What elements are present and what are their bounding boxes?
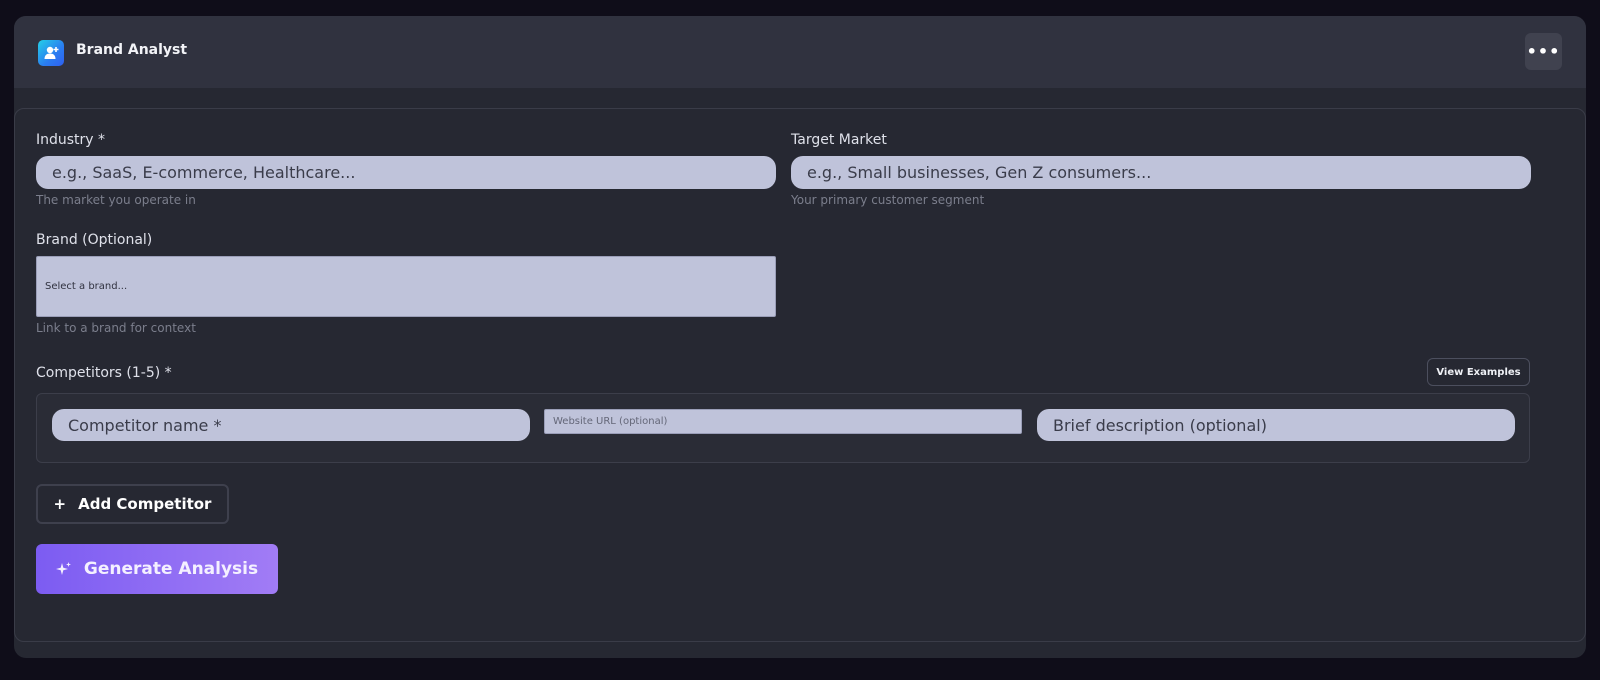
plus-icon: + — [53, 495, 67, 513]
user-add-icon — [38, 40, 64, 66]
sparkle-icon — [55, 561, 72, 577]
competitor-url-input[interactable] — [544, 409, 1022, 434]
more-options-button[interactable]: ••• — [1525, 33, 1562, 70]
app-title: Brand Analyst — [76, 42, 188, 58]
competitor-description-input[interactable] — [1037, 409, 1515, 441]
view-examples-button[interactable]: View Examples — [1427, 358, 1530, 386]
ellipsis-icon: ••• — [1526, 42, 1561, 61]
add-competitor-label: Add Competitor — [78, 495, 212, 513]
target-market-label: Target Market — [791, 132, 887, 148]
target-market-hint: Your primary customer segment — [791, 193, 985, 207]
generate-analysis-label: Generate Analysis — [83, 559, 259, 579]
brand-select[interactable]: Select a brand... — [36, 256, 776, 317]
industry-label: Industry * — [36, 132, 106, 148]
competitor-row — [36, 393, 1530, 463]
brand-select-value: Select a brand... — [45, 281, 128, 292]
app-window: Brand Analyst ••• Industry * The market … — [14, 16, 1586, 658]
view-examples-label: View Examples — [1436, 366, 1521, 378]
add-competitor-button[interactable]: + Add Competitor — [36, 484, 229, 524]
industry-hint: The market you operate in — [36, 193, 196, 207]
industry-input[interactable] — [36, 156, 776, 189]
brand-hint: Link to a brand for context — [36, 321, 196, 335]
competitors-label: Competitors (1-5) * — [36, 365, 172, 381]
analysis-form: Industry * The market you operate in Tar… — [14, 108, 1586, 642]
app-header: Brand Analyst ••• — [14, 16, 1586, 88]
target-market-input[interactable] — [791, 156, 1531, 189]
competitor-name-input[interactable] — [52, 409, 530, 441]
brand-label: Brand (Optional) — [36, 232, 153, 248]
generate-analysis-button[interactable]: Generate Analysis — [36, 544, 278, 594]
